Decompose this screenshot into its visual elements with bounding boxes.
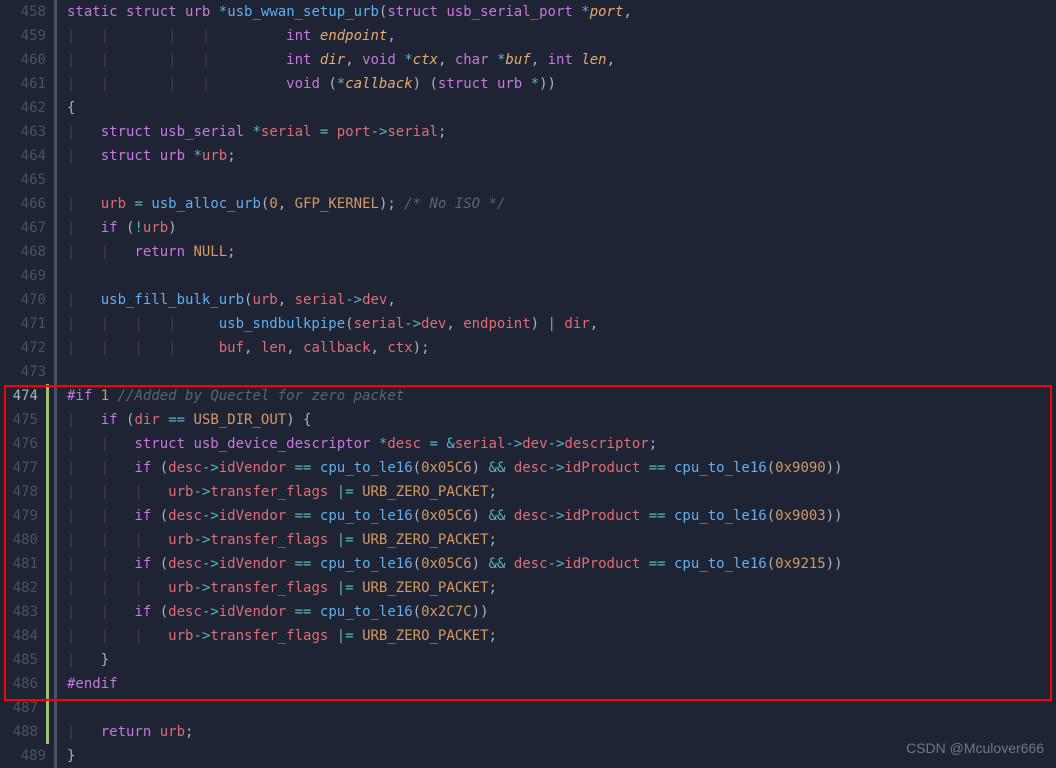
line-number: 460 bbox=[0, 48, 46, 72]
code-area[interactable]: static struct urb *usb_wwan_setup_urb(st… bbox=[57, 0, 1056, 768]
code-line: | | | | usb_sndbulkpipe(serial->dev, end… bbox=[67, 312, 1056, 336]
line-number: 471 bbox=[0, 312, 46, 336]
code-line: { bbox=[67, 96, 1056, 120]
code-line: static struct urb *usb_wwan_setup_urb(st… bbox=[67, 0, 1056, 24]
line-number: 461 bbox=[0, 72, 46, 96]
line-number: 473 bbox=[0, 360, 46, 384]
line-number: 462 bbox=[0, 96, 46, 120]
code-line bbox=[67, 360, 1056, 384]
line-number: 482 bbox=[0, 576, 49, 600]
line-number: 472 bbox=[0, 336, 46, 360]
code-line: | return urb; bbox=[67, 720, 1056, 744]
code-line: | if (dir == USB_DIR_OUT) { bbox=[67, 408, 1056, 432]
line-number-gutter: 4584594604614624634644654664674684694704… bbox=[0, 0, 54, 768]
line-number: 483 bbox=[0, 600, 49, 624]
code-line: | | if (desc->idVendor == cpu_to_le16(0x… bbox=[67, 552, 1056, 576]
line-number: 480 bbox=[0, 528, 49, 552]
line-number: 485 bbox=[0, 648, 49, 672]
line-number: 469 bbox=[0, 264, 46, 288]
code-line: | | struct usb_device_descriptor *desc =… bbox=[67, 432, 1056, 456]
code-line: | | if (desc->idVendor == cpu_to_le16(0x… bbox=[67, 600, 1056, 624]
line-number: 478 bbox=[0, 480, 49, 504]
line-number: 486 bbox=[0, 672, 49, 696]
code-line: | struct usb_serial *serial = port->seri… bbox=[67, 120, 1056, 144]
line-number: 474 bbox=[0, 384, 49, 408]
code-line: | | | | int endpoint, bbox=[67, 24, 1056, 48]
line-number: 489 bbox=[0, 744, 46, 768]
line-number: 465 bbox=[0, 168, 46, 192]
code-line bbox=[67, 168, 1056, 192]
line-number: 458 bbox=[0, 0, 46, 24]
code-line: | urb = usb_alloc_urb(0, GFP_KERNEL); /*… bbox=[67, 192, 1056, 216]
line-number: 484 bbox=[0, 624, 49, 648]
line-number: 463 bbox=[0, 120, 46, 144]
code-line bbox=[67, 696, 1056, 720]
line-number: 459 bbox=[0, 24, 46, 48]
code-line: | | if (desc->idVendor == cpu_to_le16(0x… bbox=[67, 504, 1056, 528]
code-line: | } bbox=[67, 648, 1056, 672]
code-line: | | return NULL; bbox=[67, 240, 1056, 264]
code-line: | | | urb->transfer_flags |= URB_ZERO_PA… bbox=[67, 480, 1056, 504]
code-editor: 4584594604614624634644654664674684694704… bbox=[0, 0, 1056, 768]
line-number: 479 bbox=[0, 504, 49, 528]
line-number: 476 bbox=[0, 432, 49, 456]
code-line bbox=[67, 264, 1056, 288]
code-line: #endif bbox=[67, 672, 1056, 696]
line-number: 470 bbox=[0, 288, 46, 312]
code-line: | if (!urb) bbox=[67, 216, 1056, 240]
line-number: 468 bbox=[0, 240, 46, 264]
code-line: | | | | int dir, void *ctx, char *buf, i… bbox=[67, 48, 1056, 72]
code-line: } bbox=[67, 744, 1056, 768]
line-number: 477 bbox=[0, 456, 49, 480]
line-number: 487 bbox=[0, 696, 49, 720]
line-number: 466 bbox=[0, 192, 46, 216]
code-line: | usb_fill_bulk_urb(urb, serial->dev, bbox=[67, 288, 1056, 312]
code-line: #if 1 //Added by Quectel for zero packet bbox=[67, 384, 1056, 408]
code-line: | | | urb->transfer_flags |= URB_ZERO_PA… bbox=[67, 624, 1056, 648]
line-number: 467 bbox=[0, 216, 46, 240]
code-line: | struct urb *urb; bbox=[67, 144, 1056, 168]
code-line: | | | urb->transfer_flags |= URB_ZERO_PA… bbox=[67, 576, 1056, 600]
code-line: | | | urb->transfer_flags |= URB_ZERO_PA… bbox=[67, 528, 1056, 552]
code-line: | | | | buf, len, callback, ctx); bbox=[67, 336, 1056, 360]
line-number: 481 bbox=[0, 552, 49, 576]
code-line: | | if (desc->idVendor == cpu_to_le16(0x… bbox=[67, 456, 1056, 480]
line-number: 475 bbox=[0, 408, 49, 432]
line-number: 488 bbox=[0, 720, 49, 744]
line-number: 464 bbox=[0, 144, 46, 168]
code-line: | | | | void (*callback) (struct urb *)) bbox=[67, 72, 1056, 96]
